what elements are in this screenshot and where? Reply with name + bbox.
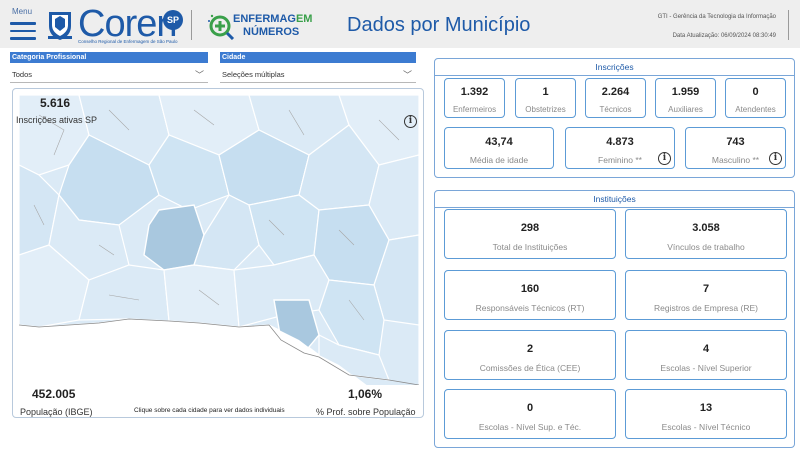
card-total-instituicoes[interactable]: 298 Total de Instituições <box>444 209 616 259</box>
card-atendentes[interactable]: 0 Atendentes <box>725 78 786 118</box>
card-auxiliares[interactable]: 1.959 Auxiliares <box>655 78 716 118</box>
coren-subtitle: Conselho Regional de Enfermagem de São P… <box>78 39 178 44</box>
inscricoes-ativas-value: 5.616 <box>40 96 71 110</box>
municipality-map[interactable] <box>19 95 419 385</box>
update-timestamp: Data Atualização: 06/09/2024 08:30:49 <box>672 33 776 39</box>
instituicoes-panel: Instituições 298 Total de Instituições 3… <box>434 190 795 448</box>
info-icon[interactable]: i <box>658 152 671 165</box>
menu-label: Menu <box>12 7 33 16</box>
cidade-value: Seleções múltiplas <box>222 70 285 79</box>
numeros-wordmark: NÚMEROS <box>243 26 300 38</box>
instituicoes-title: Instituições <box>593 194 636 204</box>
coren-crest-icon <box>48 12 72 40</box>
coren-brand: Coren <box>78 3 177 45</box>
municipality-map-panel: 5.616 Inscrições ativas SP i 452.005 Pop… <box>12 88 424 418</box>
cidade-label: Cidade <box>220 52 416 63</box>
pct-label: % Prof. sobre População <box>316 407 416 417</box>
inscricoes-ativas-label: Inscrições ativas SP <box>16 115 98 125</box>
page-title: Dados por Município <box>347 14 531 36</box>
card-registros-empresa[interactable]: 7 Registros de Empresa (RE) <box>625 270 787 320</box>
chevron-down-icon: ﹀ <box>402 70 412 80</box>
inscricoes-panel: Inscrições 1.392 Enfermeiros 1 Obstetriz… <box>434 58 795 178</box>
card-vinculos-trabalho[interactable]: 3.058 Vínculos de trabalho <box>625 209 787 259</box>
card-masculino[interactable]: 743 Masculino ** i <box>685 127 786 169</box>
card-enfermeiros[interactable]: 1.392 Enfermeiros <box>444 78 505 118</box>
card-comissoes-etica[interactable]: 2 Comissões de Ética (CEE) <box>444 330 616 380</box>
card-tecnicos[interactable]: 2.264 Técnicos <box>585 78 646 118</box>
hamburger-icon <box>10 22 36 42</box>
cidade-dropdown[interactable]: Seleções múltiplas ﹀ <box>220 67 416 83</box>
card-obstetrizes[interactable]: 1 Obstetrizes <box>515 78 576 118</box>
populacao-label: População (IBGE) <box>20 407 93 417</box>
header-divider-right <box>788 10 789 40</box>
categoria-dropdown[interactable]: Todos ﹀ <box>10 67 208 83</box>
card-responsaveis-tecnicos[interactable]: 160 Responsáveis Técnicos (RT) <box>444 270 616 320</box>
info-icon[interactable]: i <box>769 152 782 165</box>
populacao-value: 452.005 <box>32 387 76 401</box>
map-hint: Clique sobre cada cidade para ver dados … <box>134 407 285 414</box>
menu-button[interactable]: Menu <box>10 4 38 44</box>
card-media-idade[interactable]: 43,74 Média de idade <box>444 127 554 169</box>
header-divider <box>191 10 192 40</box>
gti-label: GTI - Gerência da Tecnologia da Informaç… <box>657 14 776 20</box>
enfermagem-wordmark: ENFERMAGEM <box>233 13 313 25</box>
inscricoes-title: Inscrições <box>595 62 634 72</box>
categoria-value: Todos <box>12 70 33 79</box>
categoria-label: Categoria Profissional <box>10 52 208 63</box>
card-escolas-sup-tec[interactable]: 0 Escolas - Nível Sup. e Téc. <box>444 389 616 439</box>
chevron-down-icon: ﹀ <box>194 70 204 80</box>
card-escolas-superior[interactable]: 4 Escolas - Nível Superior <box>625 330 787 380</box>
card-escolas-tecnico[interactable]: 13 Escolas - Nível Técnico <box>625 389 787 439</box>
info-icon[interactable]: i <box>404 115 417 128</box>
sp-badge: SP <box>163 10 183 30</box>
card-feminino[interactable]: 4.873 Feminino ** i <box>565 127 675 169</box>
pct-value: 1,06% <box>348 387 383 401</box>
header-bar: Menu Coren SP Conselho Regional de Enfer… <box>0 0 800 48</box>
